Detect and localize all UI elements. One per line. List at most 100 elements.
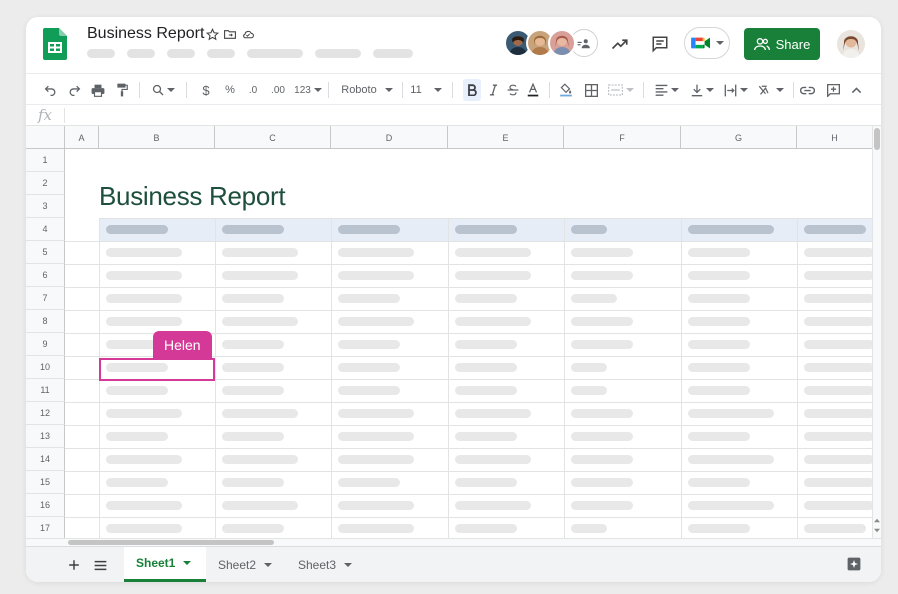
row-header[interactable]: 4 <box>26 218 65 241</box>
cell-placeholder[interactable] <box>455 478 517 487</box>
scroll-down-icon[interactable] <box>874 528 880 533</box>
cell-placeholder[interactable] <box>571 386 607 395</box>
cell-placeholder[interactable] <box>804 455 874 464</box>
collaborator-avatar[interactable] <box>548 29 576 57</box>
formula-input[interactable] <box>66 105 881 125</box>
column-header-g[interactable]: G <box>681 126 797 149</box>
cell-placeholder[interactable] <box>804 363 874 372</box>
column-header-c[interactable]: C <box>215 126 331 149</box>
column-header-f[interactable]: F <box>564 126 681 149</box>
cell-placeholder[interactable] <box>106 386 168 395</box>
cell-placeholder[interactable] <box>688 294 750 303</box>
chevron-down-icon[interactable] <box>344 562 353 567</box>
cell-placeholder[interactable] <box>106 317 182 326</box>
add-sheet-icon[interactable] <box>64 555 84 575</box>
cloud-status-icon[interactable] <box>241 26 255 42</box>
sheet-tab-sheet3[interactable]: Sheet3 <box>298 547 368 582</box>
insert-comment-icon[interactable] <box>825 80 841 100</box>
text-color-icon[interactable] <box>526 80 540 100</box>
row-header[interactable]: 15 <box>26 471 65 494</box>
menu-item-placeholder[interactable] <box>127 49 155 58</box>
cell-placeholder[interactable] <box>804 294 874 303</box>
cell-placeholder[interactable] <box>222 340 284 349</box>
row-header[interactable]: 17 <box>26 517 65 540</box>
cell-placeholder[interactable] <box>222 501 298 510</box>
cell-placeholder[interactable] <box>338 340 400 349</box>
text-rotation-icon[interactable] <box>756 80 786 100</box>
row-header[interactable]: 6 <box>26 264 65 287</box>
cell-placeholder[interactable] <box>106 478 168 487</box>
cell-placeholder[interactable] <box>222 363 284 372</box>
cell-placeholder[interactable] <box>455 409 531 418</box>
row-header[interactable]: 12 <box>26 402 65 425</box>
sheet-title[interactable]: Business Report <box>99 181 286 212</box>
column-header-b[interactable]: B <box>99 126 215 149</box>
header-cell-placeholder[interactable] <box>338 225 400 234</box>
horizontal-scroll-thumb[interactable] <box>68 540 274 545</box>
row-header[interactable]: 8 <box>26 310 65 333</box>
fill-color-icon[interactable] <box>558 80 574 100</box>
cell-placeholder[interactable] <box>455 248 531 257</box>
number-format-button[interactable]: 123 <box>294 80 322 100</box>
horizontal-scrollbar[interactable] <box>26 538 881 546</box>
comment-icon[interactable] <box>650 34 670 54</box>
scroll-up-icon[interactable] <box>874 518 880 523</box>
sheet-tab-sheet1[interactable]: Sheet1 <box>124 547 206 582</box>
cell-placeholder[interactable] <box>804 409 874 418</box>
cell-placeholder[interactable] <box>688 409 774 418</box>
cell-placeholder[interactable] <box>804 501 874 510</box>
header-cell-placeholder[interactable] <box>688 225 774 234</box>
merge-cells-icon[interactable] <box>608 80 634 100</box>
column-header-e[interactable]: E <box>448 126 564 149</box>
cell-placeholder[interactable] <box>571 501 633 510</box>
cell-placeholder[interactable] <box>688 432 750 441</box>
redo-icon[interactable] <box>66 80 82 100</box>
row-header[interactable]: 7 <box>26 287 65 310</box>
print-icon[interactable] <box>90 80 106 100</box>
cell-placeholder[interactable] <box>688 455 774 464</box>
italic-icon[interactable] <box>487 80 499 100</box>
cell-placeholder[interactable] <box>571 340 633 349</box>
cell-placeholder[interactable] <box>571 294 617 303</box>
cell-placeholder[interactable] <box>338 455 414 464</box>
cell-placeholder[interactable] <box>804 317 874 326</box>
cell-placeholder[interactable] <box>338 294 400 303</box>
cell-placeholder[interactable] <box>455 386 517 395</box>
header-cell-placeholder[interactable] <box>106 225 168 234</box>
collapse-toolbar-icon[interactable] <box>849 80 863 100</box>
cell-placeholder[interactable] <box>688 524 750 533</box>
activity-trend-icon[interactable] <box>610 34 630 54</box>
cell-placeholder[interactable] <box>688 317 750 326</box>
cell-placeholder[interactable] <box>222 478 284 487</box>
cell-placeholder[interactable] <box>571 317 633 326</box>
cell-placeholder[interactable] <box>571 432 633 441</box>
move-folder-icon[interactable] <box>223 26 237 42</box>
cell-placeholder[interactable] <box>688 363 750 372</box>
menu-item-placeholder[interactable] <box>87 49 115 58</box>
cell-placeholder[interactable] <box>106 432 168 441</box>
cell-placeholder[interactable] <box>338 432 414 441</box>
cell-placeholder[interactable] <box>106 455 182 464</box>
cell-placeholder[interactable] <box>688 386 750 395</box>
cell-placeholder[interactable] <box>804 432 874 441</box>
document-title[interactable]: Business Report <box>87 25 204 43</box>
undo-icon[interactable] <box>42 80 58 100</box>
cell-placeholder[interactable] <box>338 524 414 533</box>
bold-icon[interactable] <box>466 80 478 100</box>
vertical-scroll-thumb[interactable] <box>874 128 880 150</box>
cell-placeholder[interactable] <box>455 501 531 510</box>
cell-placeholder[interactable] <box>571 248 633 257</box>
row-header[interactable]: 16 <box>26 494 65 517</box>
cell-placeholder[interactable] <box>106 524 182 533</box>
zoom-icon[interactable] <box>150 80 176 100</box>
font-size-select[interactable]: 11 <box>410 80 442 100</box>
cell-placeholder[interactable] <box>455 340 517 349</box>
cell-placeholder[interactable] <box>455 432 517 441</box>
borders-icon[interactable] <box>583 80 599 100</box>
row-header[interactable]: 10 <box>26 356 65 379</box>
strikethrough-icon[interactable] <box>506 80 520 100</box>
cell-placeholder[interactable] <box>571 271 633 280</box>
horizontal-align-icon[interactable] <box>653 80 681 100</box>
cell-placeholder[interactable] <box>338 271 414 280</box>
select-all-corner[interactable] <box>26 126 65 149</box>
